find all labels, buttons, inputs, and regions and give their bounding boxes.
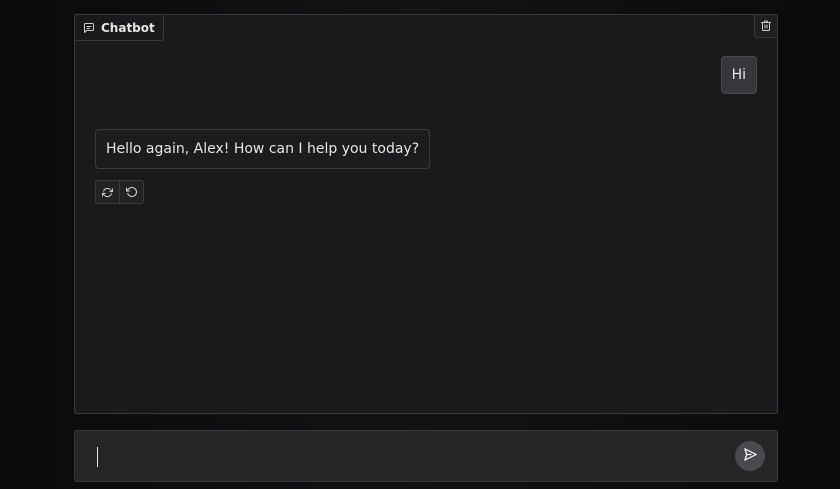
undo-button[interactable] [119, 181, 143, 203]
message-composer [74, 430, 778, 482]
chat-icon [83, 22, 95, 34]
user-message-text: Hi [731, 67, 746, 83]
text-cursor [97, 447, 98, 467]
retry-button[interactable] [96, 181, 119, 203]
assistant-message-bubble: Hello again, Alex! How can I help you to… [95, 129, 431, 169]
chatbot-label-tab: Chatbot [75, 15, 164, 41]
send-button[interactable] [735, 441, 765, 471]
send-icon [743, 447, 758, 466]
chatbot-panel: Chatbot Hi Hello again, Alex! How can I … [74, 14, 778, 414]
chatbot-label: Chatbot [101, 20, 155, 35]
message-input[interactable] [95, 439, 735, 473]
assistant-message-text: Hello again, Alex! How can I help you to… [106, 141, 420, 157]
undo-icon [125, 183, 138, 202]
message-actions [95, 180, 144, 204]
clear-chat-button[interactable] [754, 15, 777, 38]
trash-icon [760, 17, 772, 36]
user-message-bubble: Hi [720, 56, 757, 94]
retry-icon [101, 183, 114, 202]
